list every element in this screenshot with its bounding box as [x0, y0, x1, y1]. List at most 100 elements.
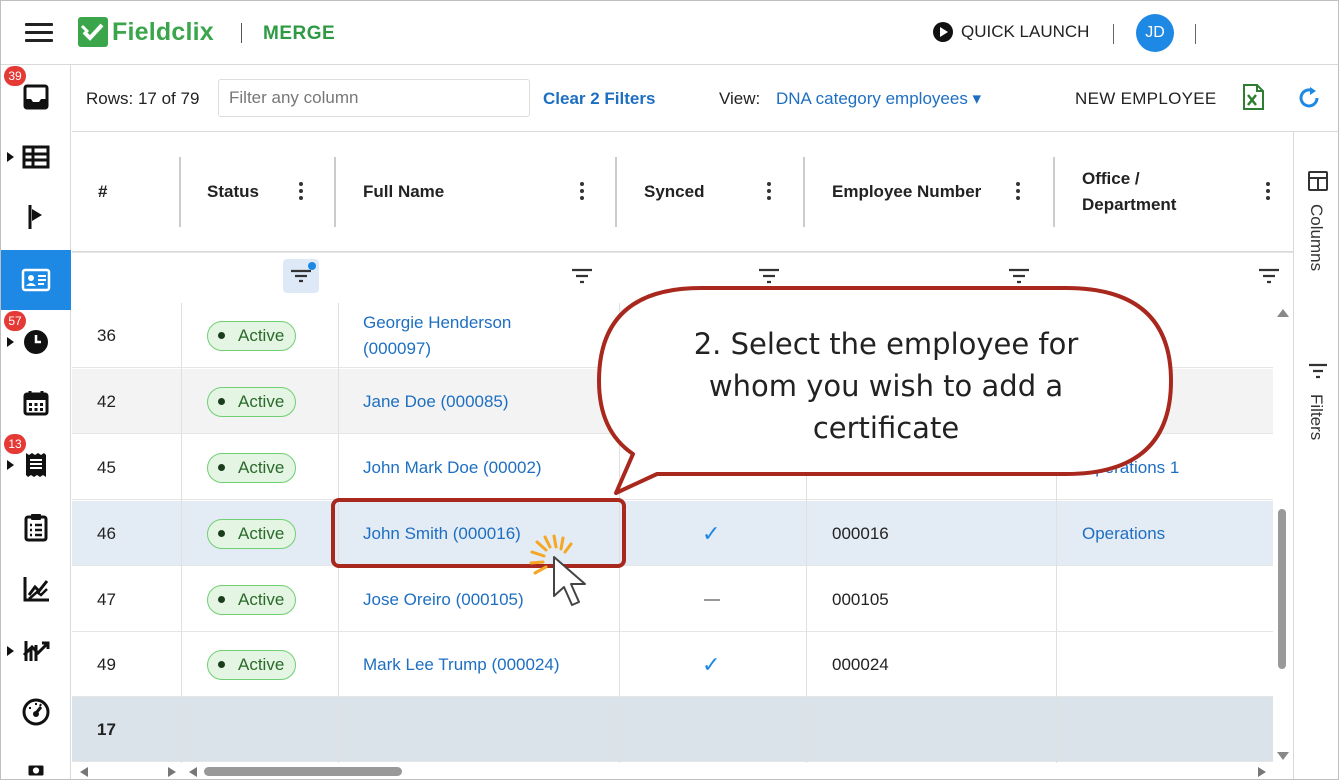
status-label: Active: [238, 589, 285, 609]
column-title: Synced: [644, 182, 705, 201]
scroll-left-icon[interactable]: [189, 767, 197, 777]
row-number: 46: [97, 523, 116, 543]
scroll-thumb[interactable]: [204, 767, 402, 776]
view-selector[interactable]: DNA category employees ▾: [776, 89, 981, 109]
table-row-selected[interactable]: 46 Active John Smith (000016) ✓ 000016 O…: [72, 501, 1274, 566]
quick-launch-button[interactable]: QUICK LAUNCH: [933, 22, 1089, 42]
column-header-status[interactable]: Status: [182, 132, 337, 252]
brand-logo[interactable]: Fieldclix: [78, 17, 214, 47]
column-menu-icon[interactable]: [1265, 182, 1271, 202]
dash-icon: [704, 598, 720, 601]
filter-input[interactable]: [218, 79, 530, 117]
column-header-synced[interactable]: Synced: [618, 132, 804, 252]
scroll-left-icon[interactable]: [80, 767, 88, 777]
column-divider[interactable]: [1053, 157, 1055, 227]
column-menu-icon[interactable]: [579, 182, 585, 202]
employee-grid: # Status Full Name Synced Employee Numbe…: [72, 132, 1293, 768]
full-name-cell[interactable]: Jose Oreiro (000105): [363, 567, 524, 632]
sidebar-item-analytics[interactable]: [1, 621, 71, 681]
column-divider[interactable]: [179, 157, 181, 227]
column-header-employee-number[interactable]: Employee Number: [806, 132, 1054, 252]
sidebar-item-reports[interactable]: [1, 559, 71, 619]
sidebar-item-time[interactable]: 57: [1, 311, 71, 372]
column-menu-icon[interactable]: [1015, 182, 1021, 202]
columns-icon: [1308, 171, 1328, 191]
excel-export-icon[interactable]: [1242, 84, 1264, 110]
office-cell[interactable]: Operations: [1082, 501, 1165, 566]
scroll-up-icon[interactable]: [1277, 309, 1289, 317]
column-menu-icon[interactable]: [298, 182, 304, 202]
full-name-cell[interactable]: Jane Doe (000085): [363, 369, 509, 434]
filter-icon[interactable]: [1008, 267, 1030, 285]
full-name-cell[interactable]: John Mark Doe (00002): [363, 435, 542, 500]
column-title: #: [98, 182, 108, 201]
sidebar-item-more[interactable]: [1, 745, 71, 779]
refresh-icon[interactable]: [1296, 85, 1322, 111]
sidebar-item-dashboard[interactable]: [1, 682, 71, 742]
scroll-right-icon[interactable]: [1258, 767, 1266, 777]
office-link[interactable]: Operations 1: [1082, 455, 1179, 481]
user-avatar[interactable]: JD: [1136, 14, 1174, 52]
office-cell[interactable]: Operations 1: [1082, 435, 1179, 500]
employee-name-link[interactable]: (000097): [363, 336, 431, 362]
full-name-cell[interactable]: John Smith (000016): [363, 501, 521, 566]
filter-icon[interactable]: [571, 267, 593, 285]
employee-name-link[interactable]: Jane Doe (000085): [363, 389, 509, 415]
status-badge: Active: [207, 386, 297, 417]
full-name-cell[interactable]: Mark Lee Trump (000024): [363, 632, 560, 697]
clear-filters-link[interactable]: Clear 2 Filters: [543, 89, 655, 109]
table-row[interactable]: 42 Active Jane Doe (000085): [72, 369, 1274, 434]
column-header-number[interactable]: #: [72, 132, 182, 252]
sidebar-item-checklist[interactable]: [1, 497, 71, 557]
scroll-thumb[interactable]: [1278, 509, 1286, 669]
sidebar-item-table[interactable]: [1, 127, 71, 187]
employee-name-link[interactable]: Mark Lee Trump (000024): [363, 652, 560, 678]
table-row[interactable]: 47 Active Jose Oreiro (000105) 000105: [72, 567, 1274, 632]
horizontal-scrollbar[interactable]: [72, 763, 1293, 779]
active-filter-dot: [308, 262, 316, 270]
check-icon: ✓: [702, 520, 721, 546]
new-employee-button[interactable]: NEW EMPLOYEE: [1075, 89, 1217, 109]
columns-panel-tab[interactable]: Columns: [1304, 170, 1332, 290]
status-filter-button[interactable]: [283, 259, 319, 293]
table-row[interactable]: 49 Active Mark Lee Trump (000024) ✓ 0000…: [72, 632, 1274, 697]
synced-cell: ✓: [702, 632, 720, 697]
employee-name-link[interactable]: John Smith (000016): [363, 521, 521, 547]
filter-icon[interactable]: [758, 267, 780, 285]
sidebar-item-calendar[interactable]: [1, 373, 71, 433]
sidebar-item-flag[interactable]: [1, 187, 71, 247]
vertical-scrollbar[interactable]: [1273, 303, 1293, 768]
filter-icon[interactable]: [1258, 267, 1280, 285]
filters-panel-tab[interactable]: Filters: [1304, 360, 1332, 460]
column-divider[interactable]: [803, 157, 805, 227]
full-name-cell[interactable]: Georgie Henderson (000097): [363, 303, 511, 368]
employee-name-link[interactable]: John Mark Doe (00002): [363, 455, 542, 481]
divider: [72, 252, 1293, 253]
column-header-office-department[interactable]: Office / Department: [1056, 132, 1293, 252]
sidebar-item-employees[interactable]: [1, 250, 71, 310]
quick-launch-label: QUICK LAUNCH: [961, 22, 1090, 41]
divider: [241, 23, 242, 43]
hamburger-menu-icon[interactable]: [25, 21, 53, 45]
column-divider[interactable]: [615, 157, 617, 227]
inbox-icon: [23, 84, 49, 110]
brand-name: Fieldclix: [112, 17, 214, 46]
check-icon: ✓: [702, 651, 721, 677]
column-header-full-name[interactable]: Full Name: [337, 132, 617, 252]
table-row[interactable]: 36 Active Georgie Henderson (000097): [72, 303, 1274, 368]
column-menu-icon[interactable]: [766, 182, 772, 202]
expand-caret-icon: [7, 337, 14, 347]
column-divider[interactable]: [334, 157, 336, 227]
employee-name-link[interactable]: Jose Oreiro (000105): [363, 587, 524, 613]
sidebar-item-receipts[interactable]: 13: [1, 434, 71, 495]
scroll-right-icon[interactable]: [168, 767, 176, 777]
divider: [181, 303, 182, 768]
employee-name-link[interactable]: Georgie Henderson: [363, 310, 511, 336]
divider: [806, 303, 807, 768]
employee-number-cell: 000024: [832, 654, 889, 674]
scroll-down-icon[interactable]: [1277, 752, 1289, 760]
sidebar-item-inbox[interactable]: 39: [1, 66, 71, 127]
calendar-icon: [23, 391, 49, 416]
table-row[interactable]: 45 Active John Mark Doe (00002) Operatio…: [72, 435, 1274, 500]
office-link[interactable]: Operations: [1082, 521, 1165, 547]
